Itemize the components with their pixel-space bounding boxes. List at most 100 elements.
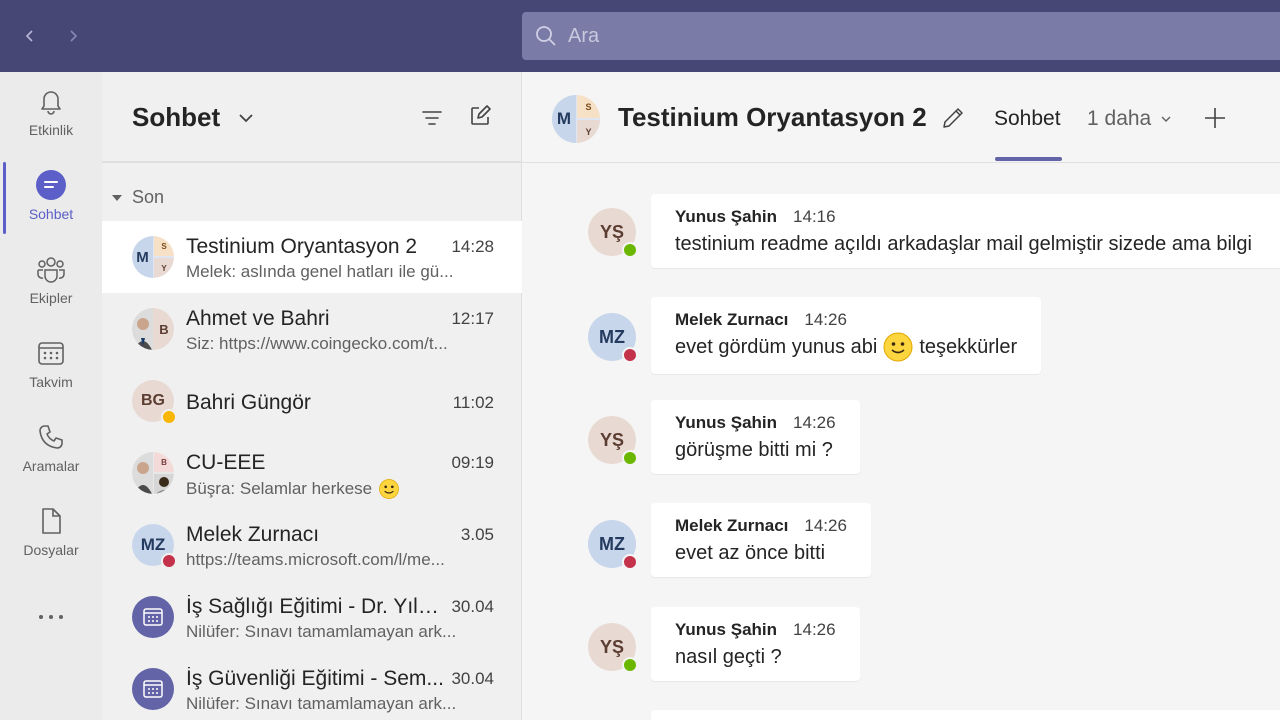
chat-time: 11:02 — [452, 393, 494, 412]
chat-item-testinium[interactable]: M S Y Testinium Oryantasyon 2 14:28 Mele… — [102, 221, 522, 293]
avatar-letter: Y — [577, 120, 600, 143]
photo-placeholder — [132, 452, 153, 494]
conversation-title: Testinium Oryantasyon 2 — [618, 102, 927, 132]
chat-item-melek-zurnaci[interactable]: MZ Melek Zurnacı 3.05 https://teams.micr… — [102, 509, 522, 581]
message-bubble[interactable]: Melek Zurnacı 14:26 evet az önce bitti — [651, 503, 871, 577]
message-bubble[interactable]: Yunus Şahin 14:26 nasıl geçti ? — [651, 607, 860, 681]
forward-button[interactable] — [61, 24, 85, 48]
avatar-initials: MZ — [599, 533, 625, 554]
avatar-letter: M — [132, 236, 153, 278]
chat-name: Ahmet ve Bahri — [186, 307, 330, 330]
message-text: evet az önce bitti — [675, 542, 826, 564]
message-text: evet gördüm yunus abi — [675, 335, 878, 358]
chat-preview: Nilüfer: Sınavı tamamlamayan ark... — [186, 694, 457, 713]
chat-time: 3.05 — [460, 525, 494, 544]
avatar: MZ — [132, 524, 177, 569]
avatar-initials: YŞ — [599, 429, 624, 450]
message-time: 14:26 — [804, 310, 847, 329]
rail-item-files[interactable]: Dosyalar — [0, 492, 102, 568]
rail-label: Takvim — [29, 374, 73, 390]
chat-preview-row: Büşra: Selamlar herkese — [186, 478, 471, 500]
chat-preview: Nilüfer: Sınavı tamamlamayan ark... — [186, 622, 457, 641]
message-bubble[interactable]: Yunus Şahin 14:26 görüşme bitti mi ? — [651, 400, 860, 474]
more-tabs-label: 1 daha — [1087, 107, 1152, 130]
chat-time: 30.04 — [451, 597, 494, 616]
message-author: Melek Zurnacı — [675, 310, 789, 329]
search-bar[interactable] — [522, 12, 1280, 60]
chat-item-bahri-gungor[interactable]: BG Bahri Güngör 11:02 — [102, 365, 522, 437]
chat-item-is-guvenligi[interactable]: İş Güvenliği Eğitimi - Sem... 30.04 Nilü… — [102, 653, 522, 720]
chevron-down-icon — [1161, 116, 1171, 122]
group-avatar: M S Y — [552, 95, 600, 143]
rail-item-calendar[interactable]: Takvim — [0, 324, 102, 400]
chat-name: Melek Zurnacı — [186, 523, 320, 546]
chat-time: 12:17 — [451, 309, 494, 328]
chevron-down-icon[interactable] — [236, 108, 256, 128]
group-avatar: M S Y — [132, 236, 174, 278]
rail-label: Etkinlik — [28, 122, 74, 138]
chat-preview: https://teams.microsoft.com/l/me... — [186, 550, 445, 569]
collapse-triangle-icon — [112, 194, 122, 201]
avatar-initials: BG — [141, 392, 165, 409]
chat-time: 09:19 — [451, 453, 494, 472]
chat-list-header: Sohbet — [102, 72, 521, 163]
presence-busy-icon — [622, 554, 638, 570]
chat-time: 14:28 — [451, 237, 494, 256]
more-apps-button[interactable] — [36, 607, 66, 627]
presence-available-icon — [622, 657, 638, 673]
chat-name: İş Güvenliği Eğitimi - Sem... — [186, 667, 444, 690]
chevron-right-icon — [70, 30, 78, 42]
chat-name: CU-EEE — [186, 451, 266, 474]
message-text: testinium readme açıldı arkadaşlar mail … — [675, 233, 1252, 255]
presence-busy-icon — [161, 553, 177, 569]
message-text: nasıl geçti ? — [675, 646, 782, 668]
chat-time: 30.04 — [451, 669, 494, 688]
chat-item-ahmet-bahri[interactable]: B Ahmet ve Bahri 12:17 Siz: https://www.… — [102, 293, 522, 365]
filter-icon[interactable] — [420, 106, 444, 130]
rail-item-chat[interactable]: Sohbet — [0, 156, 102, 232]
active-tab-indicator — [995, 157, 1062, 161]
message-text: görüşme bitti mi ? — [675, 439, 833, 461]
add-tab-icon[interactable] — [1202, 105, 1228, 131]
chat-name: Testinium Oryantasyon 2 — [186, 235, 418, 258]
rail-item-calls[interactable]: Aramalar — [0, 408, 102, 484]
calendar-icon — [143, 608, 163, 626]
more-tabs-dropdown[interactable]: 1 daha — [1087, 107, 1173, 131]
search-icon — [536, 26, 556, 46]
chat-item-cu-eee[interactable]: B CU-EEE 09:19 Büşra: Selamlar herkese — [102, 437, 522, 509]
rail-label: Dosyalar — [23, 542, 79, 558]
message-bubble[interactable]: Yunus Şahin 14:16 testinium readme açıldı… — [651, 194, 1280, 268]
new-chat-icon[interactable] — [468, 104, 492, 128]
back-button[interactable] — [18, 24, 42, 48]
chat-item-is-sagligi[interactable]: İş Sağlığı Eğitimi - Dr. Yıld... 30.04 N… — [102, 581, 522, 653]
section-recent[interactable]: Son — [112, 187, 164, 208]
avatar-letter: S — [577, 95, 600, 118]
file-icon — [34, 504, 68, 538]
message-time: 14:26 — [804, 516, 847, 535]
message-time: 14:16 — [793, 207, 836, 226]
edit-pencil-icon[interactable] — [940, 105, 966, 131]
phone-icon — [34, 420, 68, 454]
avatar-initials: MZ — [140, 535, 166, 554]
message-author: Melek Zurnacı — [675, 516, 789, 535]
rail-label: Aramalar — [22, 458, 80, 474]
section-label: Son — [132, 187, 165, 207]
title-bar — [0, 0, 1280, 72]
chat-list-title[interactable]: Sohbet — [132, 102, 220, 133]
conversation-pane: M S Y Testinium Oryantasyon 2 Sohbet 1 d… — [522, 72, 1280, 720]
rail-item-activity[interactable]: Etkinlik — [0, 72, 102, 148]
calendar-icon — [34, 336, 68, 370]
rail-label: Sohbet — [28, 206, 74, 222]
search-input[interactable] — [568, 24, 1168, 48]
chat-list-panel: Sohbet Son M S Y Testinium Oryantasyon 2… — [102, 72, 522, 720]
avatar-letter: B — [154, 308, 174, 350]
message-avatar: YŞ — [588, 208, 638, 258]
rail-item-teams[interactable]: Ekipler — [0, 240, 102, 316]
teams-icon — [34, 252, 68, 286]
message-bubble[interactable]: Melek Zurnacı 14:26 evet gördüm yunus abi… — [651, 297, 1042, 374]
ellipsis-icon — [39, 615, 63, 619]
avatar-letter: B — [154, 452, 174, 472]
tab-chat[interactable]: Sohbet — [994, 107, 1061, 131]
chat-icon — [34, 168, 68, 202]
message-text: teşekkürler — [919, 335, 1018, 358]
